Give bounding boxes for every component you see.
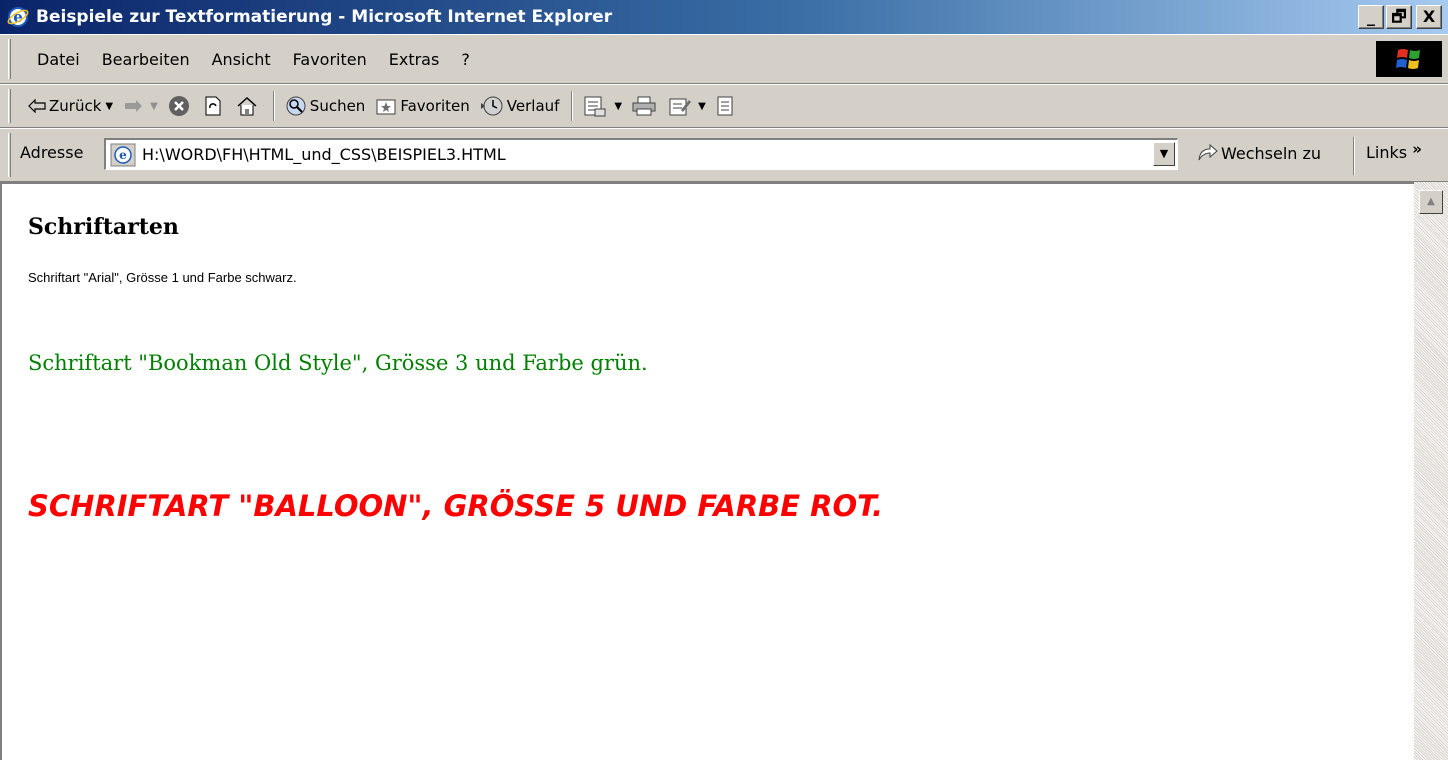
back-button[interactable]: Zurück ▼ [28,97,113,115]
back-dropdown-icon[interactable]: ▼ [105,101,113,112]
stop-icon [168,96,189,116]
vertical-scrollbar[interactable] [1414,182,1448,760]
back-arrow-icon [28,99,46,113]
title-bar: e Beispiele zur Textformatierung - Micro… [0,0,1448,34]
history-button[interactable]: Verlauf [480,95,560,117]
document-icon [717,96,733,116]
address-value: H:\WORD\FH\HTML_und_CSS\BEISPIEL3.HTML [142,145,506,164]
search-button[interactable]: Suchen [285,95,366,117]
svg-text:e: e [119,148,127,162]
back-label: Zurück [49,97,102,115]
chevron-right-icon: » [1412,140,1422,158]
menu-datei[interactable]: Datei [26,50,91,69]
address-label: Adresse [20,143,84,162]
links-button[interactable]: Links » [1366,140,1422,162]
paragraph-balloon: Schriftart "Balloon", Grösse 5 und Farbe… [28,489,884,523]
minimize-button[interactable]: _ [1358,5,1384,29]
internet-explorer-icon: e [6,5,30,29]
window-title: Beispiele zur Textformatierung - Microso… [36,7,613,27]
print-icon [632,96,656,116]
close-button[interactable]: X [1416,5,1442,29]
page-icon: e [110,143,136,167]
scroll-up-icon[interactable]: ▲ [1419,190,1443,214]
search-icon [286,96,306,116]
paragraph-arial: Schriftart "Arial", Grösse 1 und Farbe s… [28,270,297,285]
forward-arrow-icon [125,100,143,112]
refresh-icon [205,96,221,116]
edit-button[interactable]: ▼ [669,96,706,116]
toolbar-separator [272,91,275,121]
page-heading: Schriftarten [28,214,179,240]
mail-dropdown-icon[interactable]: ▼ [614,101,622,112]
links-label: Links [1366,143,1408,162]
favorites-icon [376,99,396,115]
menu-bar: Datei Bearbeiten Ansicht Favoriten Extra… [0,34,1448,84]
search-label: Suchen [309,97,366,115]
history-label: Verlauf [506,97,560,115]
forward-button[interactable]: ▼ [123,99,158,113]
toolbar-separator [571,91,574,121]
windows-logo-icon [1376,41,1442,77]
menu-bearbeiten[interactable]: Bearbeiten [91,50,201,69]
address-dropdown-icon[interactable]: ▼ [1153,142,1175,166]
home-button[interactable] [236,96,261,116]
toolbar-grip[interactable] [8,89,11,123]
home-icon [237,96,257,116]
print-button[interactable] [632,96,659,116]
links-separator [1353,137,1355,175]
forward-dropdown-icon[interactable]: ▼ [150,101,158,112]
standard-toolbar: Zurück ▼ ▼ Suchen Favoriten Verlauf ▼ ▼ [0,84,1448,128]
menu-ansicht[interactable]: Ansicht [201,50,282,69]
paragraph-bookman: Schriftart "Bookman Old Style", Grösse 3… [28,351,648,375]
mail-button[interactable]: ▼ [583,95,622,117]
page-content: Schriftarten Schriftart "Arial", Grösse … [0,182,1448,760]
favorites-label: Favoriten [400,97,470,115]
go-label: Wechseln zu [1221,143,1322,163]
menu-extras[interactable]: Extras [378,50,451,69]
discuss-button[interactable] [716,96,737,116]
refresh-button[interactable] [203,95,226,117]
go-button[interactable]: Wechseln zu [1196,143,1321,163]
edit-dropdown-icon[interactable]: ▼ [698,101,706,112]
edit-icon [669,98,692,116]
favorites-button[interactable]: Favoriten [375,96,470,116]
menu-favoriten[interactable]: Favoriten [282,50,378,69]
address-input[interactable]: e H:\WORD\FH\HTML_und_CSS\BEISPIEL3.HTML… [104,138,1178,170]
mail-icon [584,96,606,117]
address-bar: Adresse e H:\WORD\FH\HTML_und_CSS\BEISPI… [0,128,1448,182]
go-arrow-icon [1198,143,1218,161]
address-grip[interactable] [8,133,11,177]
stop-button[interactable] [168,95,193,117]
menu-grip[interactable] [8,39,11,79]
history-icon [480,96,503,116]
menu-help[interactable]: ? [450,50,481,69]
maximize-button[interactable]: 🗗 [1386,5,1412,29]
